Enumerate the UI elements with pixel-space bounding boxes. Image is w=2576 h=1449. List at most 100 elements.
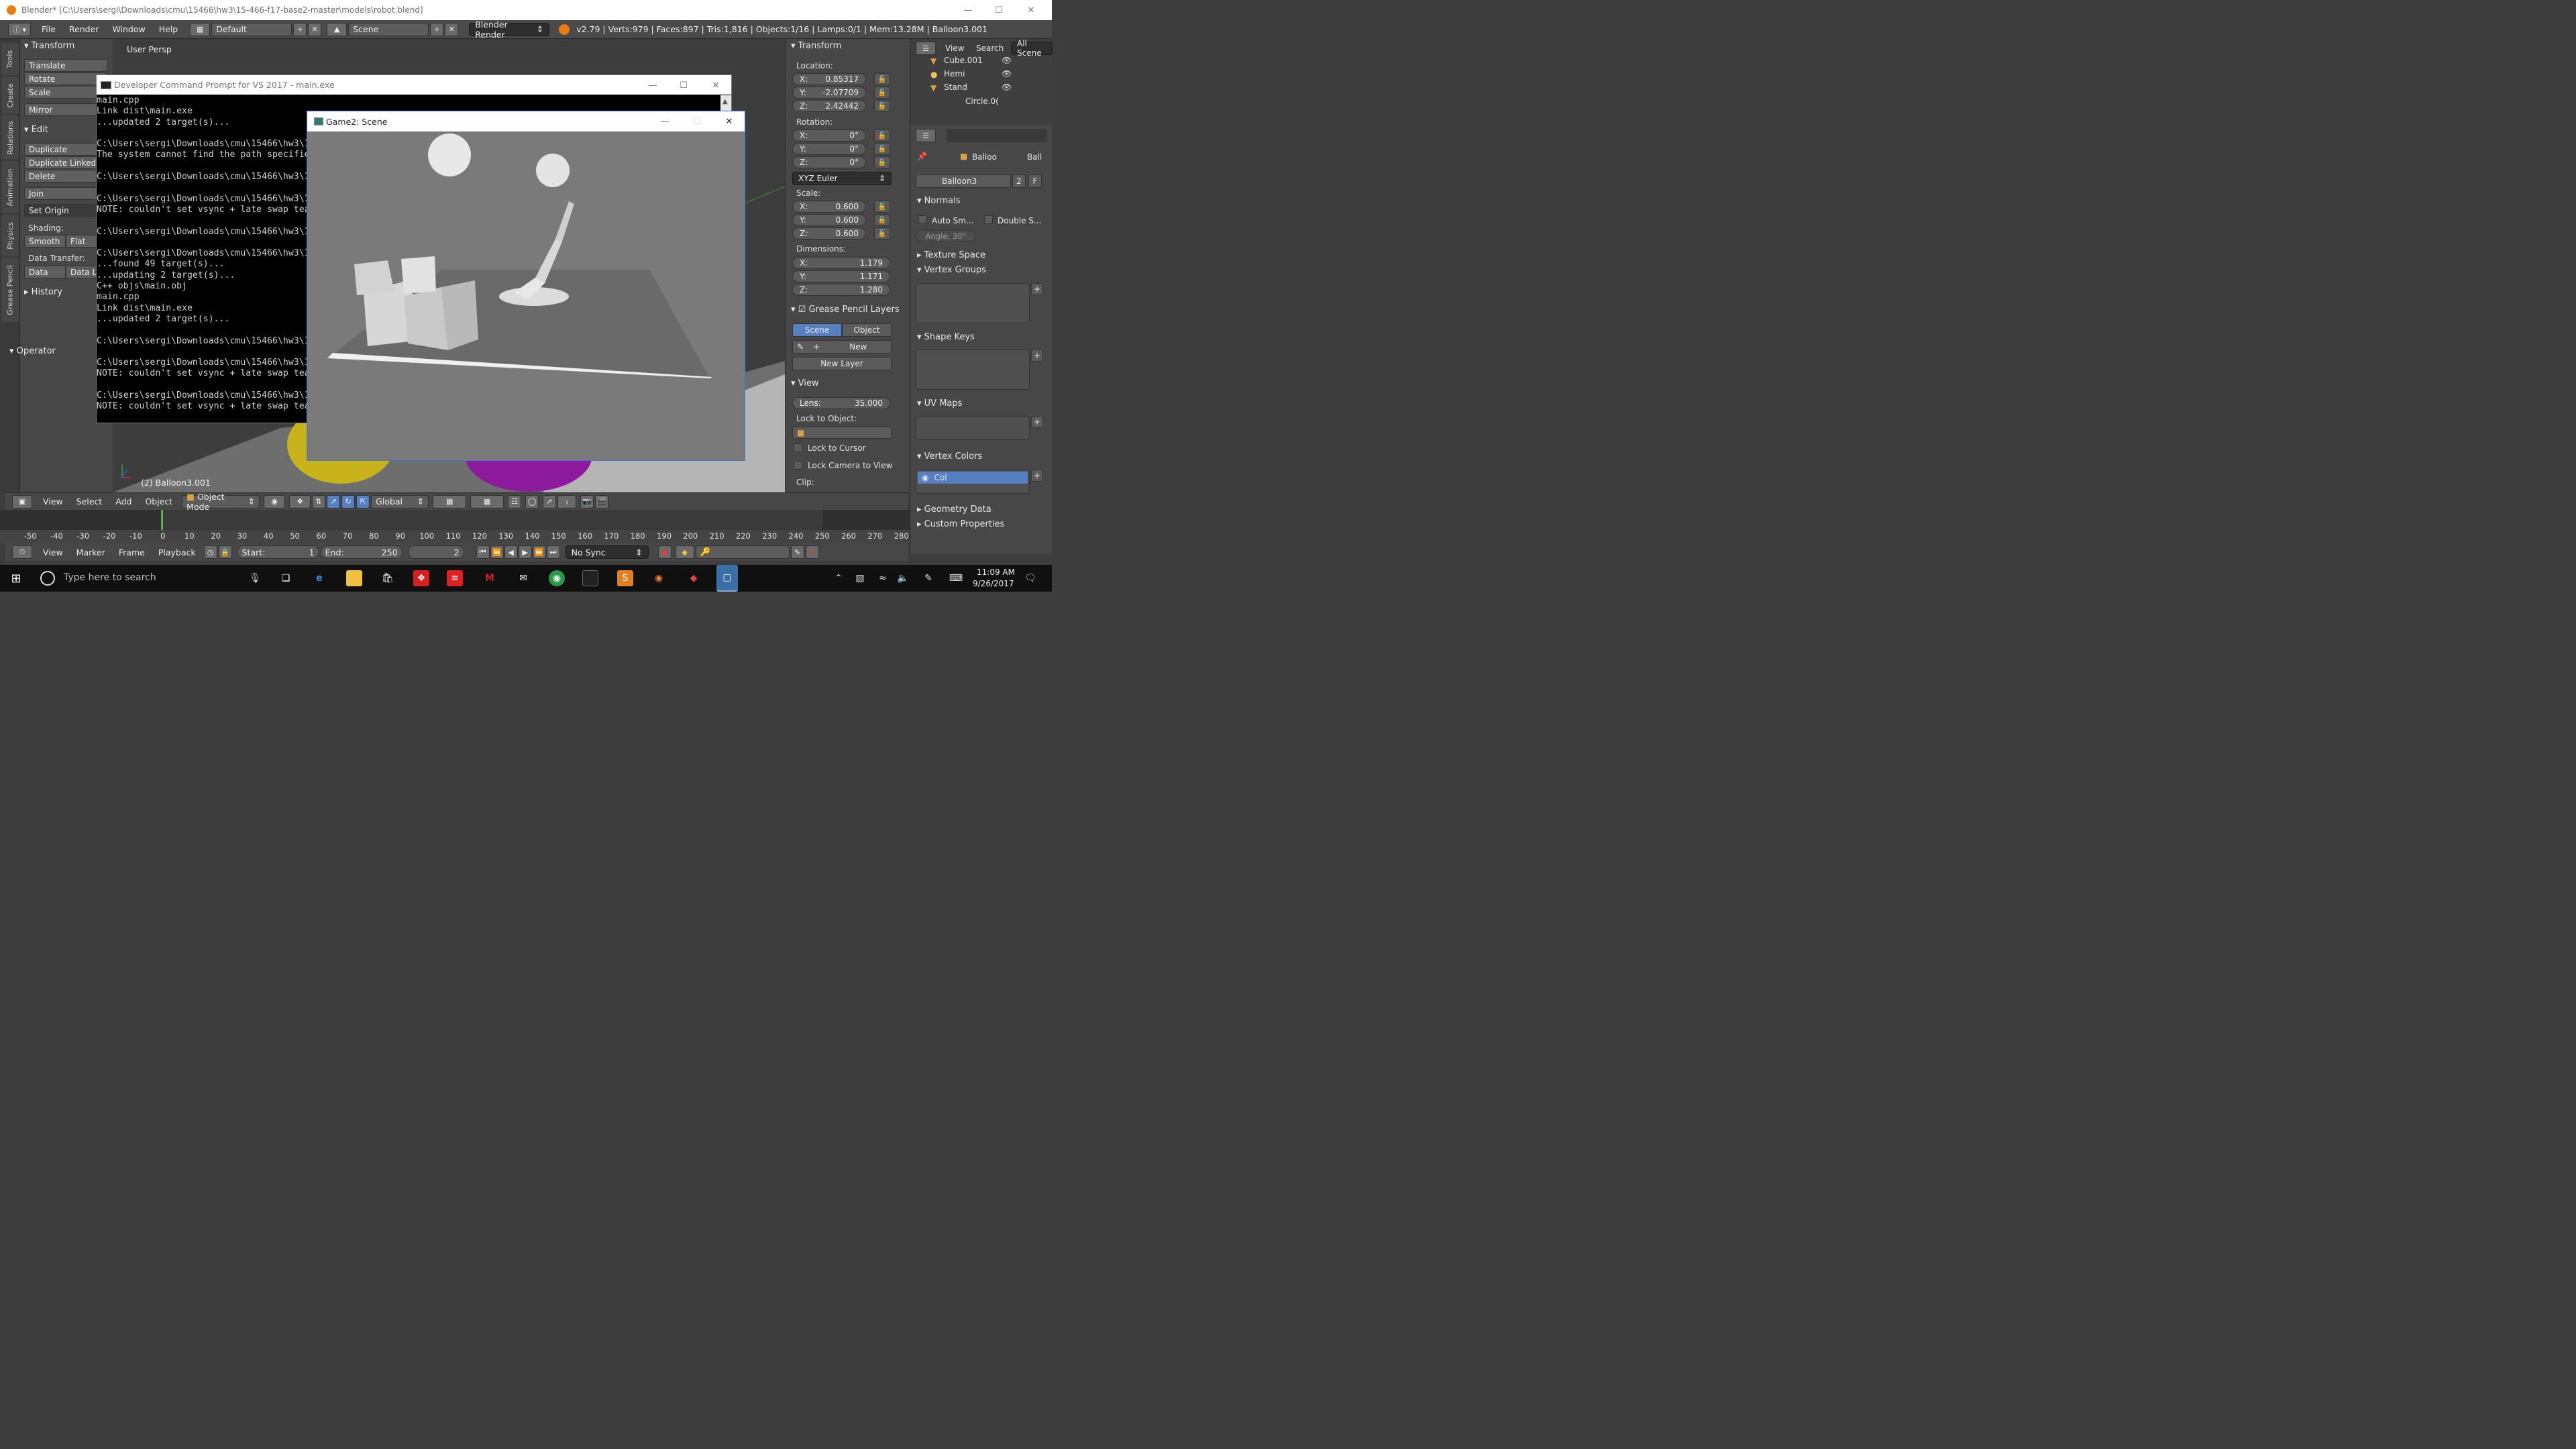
clock-date[interactable]: 9/26/2017 (973, 579, 1014, 588)
lock-rotation-x-icon[interactable]: 🔓 (874, 129, 890, 142)
translate-button[interactable]: Translate (24, 59, 107, 72)
lock-location-x-icon[interactable]: 🔓 (874, 73, 890, 85)
maximize-button[interactable]: ☐ (983, 0, 1014, 20)
location-x-field[interactable]: X: 0.85317 (792, 73, 866, 85)
menu-view[interactable]: View (36, 496, 70, 506)
start-frame-field[interactable]: Start: 1 (237, 545, 319, 559)
cmd-maximize-button[interactable]: ☐ (668, 75, 699, 95)
jump-keyframe-forward-icon[interactable]: ⏩ (532, 545, 546, 559)
record-icon[interactable]: ● (657, 545, 672, 559)
add-layout-icon[interactable]: + (293, 22, 307, 36)
edit-panel-header[interactable]: ▾ Edit (24, 125, 48, 135)
operator-panel-header[interactable]: ▾ Operator (9, 346, 56, 356)
manipulator-icon[interactable]: ⇅ (312, 494, 326, 508)
keying-set-field[interactable]: 🔑 (695, 545, 790, 559)
microphone-icon[interactable]: 🎙 (247, 570, 263, 586)
edge-icon[interactable]: e (311, 570, 327, 586)
render-layer-icon[interactable]: ☷ (508, 494, 522, 508)
outliner-item-cube[interactable]: Cube.001 (944, 56, 983, 65)
outliner-item-circle[interactable]: Circle.0( (965, 97, 999, 106)
layout-field[interactable]: Default (211, 22, 292, 36)
normals-header[interactable]: ▾ Normals (917, 196, 960, 206)
lens-field[interactable]: Lens: 35.000 (792, 397, 890, 409)
vertex-color-item[interactable]: ◉ Col (918, 472, 1028, 484)
acrobat-icon[interactable]: ❖ (413, 570, 429, 586)
grease-pencil-header[interactable]: ▾ ☑ Grease Pencil Layers (791, 305, 900, 315)
lock-location-z-icon[interactable]: 🔓 (874, 100, 890, 112)
play-reverse-icon[interactable]: ◀ (504, 545, 518, 559)
mode-select[interactable]: ■ Object Mode ⇕ (182, 492, 260, 512)
outliner-item-hemi[interactable]: Hemi (944, 69, 965, 78)
dimension-z-field[interactable]: Z: 1.280 (792, 284, 890, 296)
lock-scale-y-icon[interactable]: 🔓 (874, 214, 890, 226)
context-tabs[interactable] (947, 129, 1047, 142)
vertex-colors-header[interactable]: ▾ Vertex Colors (917, 451, 982, 462)
pin-icon[interactable]: 📌 (917, 152, 927, 161)
jump-start-icon[interactable]: ⏮ (476, 545, 490, 559)
outliner-display-select[interactable]: All Scene (1011, 39, 1053, 58)
eye-icon[interactable]: 👁 (1002, 56, 1012, 65)
tl-menu-playback[interactable]: Playback (152, 547, 203, 557)
duplicate-linked-button[interactable]: Duplicate Linked (24, 156, 107, 169)
chrome-icon[interactable]: ◉ (549, 570, 565, 586)
history-panel-header[interactable]: ▸ History (24, 287, 62, 297)
outliner-editor-icon[interactable]: ☰ (916, 42, 936, 55)
pen-icon[interactable]: ✎ (920, 570, 936, 586)
cmd-minimize-button[interactable]: — (637, 75, 668, 95)
scale-button[interactable]: Scale (24, 86, 107, 99)
sync-select[interactable]: No Sync ⇕ (565, 545, 649, 559)
layers-icon[interactable]: ▦ (433, 494, 467, 508)
scene-icon[interactable]: ▲ (327, 22, 347, 36)
mail-icon[interactable]: ✉ (515, 570, 531, 586)
tab-relations[interactable]: Relations (1, 115, 19, 160)
insert-keyframe-icon[interactable]: ✎ (790, 545, 804, 559)
lock-rotation-z-icon[interactable]: 🔓 (874, 156, 890, 168)
new-gp-button[interactable]: ✎ + New (792, 340, 892, 354)
current-frame-field[interactable]: 2 (407, 545, 464, 559)
n-transform-header[interactable]: ▾ Transform (791, 41, 841, 51)
new-layer-button[interactable]: New Layer (792, 357, 892, 370)
smooth-button[interactable]: Smooth (24, 235, 66, 248)
eye-icon[interactable]: 👁 (1002, 69, 1012, 78)
blender-taskbar-icon[interactable]: ◉ (651, 570, 667, 586)
layout-icon[interactable]: ▦ (190, 22, 211, 36)
geometry-data-header[interactable]: ▸ Geometry Data (917, 504, 991, 515)
rotation-mode-select[interactable]: XYZ Euler ⇕ (792, 172, 892, 185)
cmd-close-button[interactable]: ✕ (700, 75, 731, 95)
game-maximize-button[interactable]: ☐ (682, 111, 712, 131)
render-icon[interactable]: 📷 (580, 494, 594, 508)
double-sided-checkbox[interactable] (984, 215, 993, 224)
wifi-icon[interactable]: ≈ (875, 570, 891, 586)
keying-icon[interactable]: ◆ (675, 545, 694, 559)
chevron-up-icon[interactable]: ⌃ (830, 570, 847, 586)
outliner-search-menu[interactable]: Search (976, 44, 1004, 53)
data-button[interactable]: Data (24, 266, 66, 278)
sublime-icon[interactable]: S (617, 570, 633, 586)
mcafee-icon[interactable]: M (482, 570, 498, 586)
render-engine-select[interactable]: Blender Render ⇕ (469, 19, 550, 40)
add-vertex-color-icon[interactable]: + (1031, 470, 1043, 482)
vertex-groups-header[interactable]: ▾ Vertex Groups (917, 265, 986, 275)
lock-rotation-y-icon[interactable]: 🔓 (874, 143, 890, 155)
vertex-colors-list[interactable]: ◉ Col (916, 470, 1030, 494)
tl-menu-frame[interactable]: Frame (112, 547, 152, 557)
jump-end-icon[interactable]: ⏭ (546, 545, 560, 559)
view-header[interactable]: ▾ View (791, 378, 819, 388)
cmd-taskbar-icon[interactable] (582, 570, 598, 586)
orientation-select[interactable]: Global ⇕ (371, 494, 429, 508)
eye-icon[interactable]: 👁 (1002, 83, 1012, 92)
cortana-icon[interactable] (40, 571, 55, 586)
auto-smooth-checkbox[interactable] (918, 215, 927, 224)
dimension-y-field[interactable]: Y: 1.171 (792, 270, 890, 282)
volume-icon[interactable]: 🔈 (895, 570, 911, 586)
notifications-icon[interactable]: 🗨 (1022, 570, 1038, 586)
game-window[interactable]: Game2: Scene — ☐ ✕ (307, 111, 745, 461)
menu-object[interactable]: Object (138, 496, 179, 506)
task-view-icon[interactable]: ❏ (278, 570, 294, 586)
mirror-button[interactable]: Mirror (24, 103, 107, 116)
add-vertex-group-icon[interactable]: + (1031, 283, 1043, 295)
windows-start-icon[interactable]: ⊞ (8, 570, 24, 586)
timeline[interactable]: -50 -40 -30 -20 -10 0 10 20 30 40 50 60 70 80 90 100 110… (0, 510, 910, 543)
rotate-manipulator-icon[interactable]: ↻ (341, 494, 356, 508)
end-frame-field[interactable]: End: 250 (320, 545, 402, 559)
